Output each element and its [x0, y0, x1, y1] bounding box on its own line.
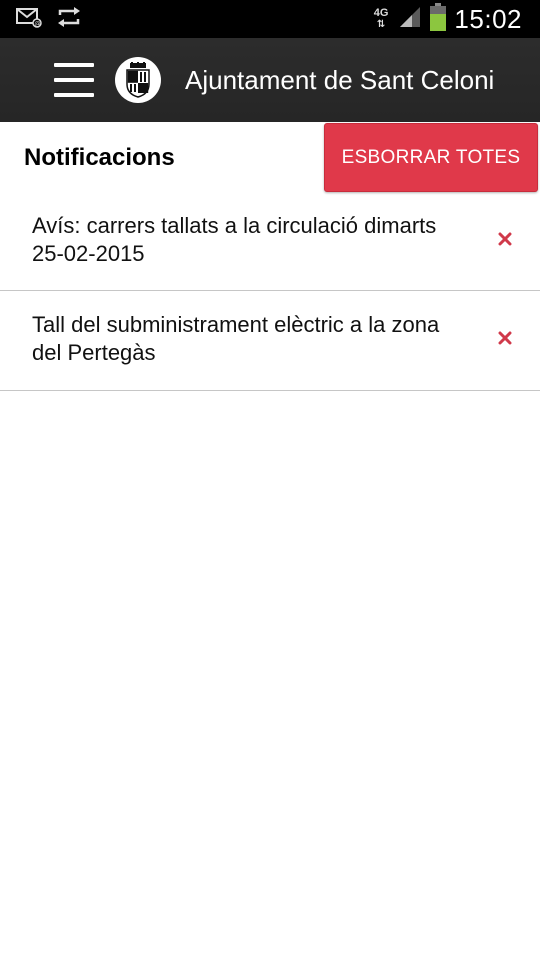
battery-icon: [430, 2, 447, 36]
app-bar: Ajuntament de Sant Celoni: [0, 38, 540, 122]
sync-icon: [56, 6, 82, 32]
svg-text:@: @: [35, 20, 41, 27]
status-bar: @ 4G ⇅ 15:02: [0, 0, 540, 38]
clock: 15:02: [454, 3, 522, 34]
signal-icon: [398, 5, 422, 34]
status-bar-system: 4G ⇅ 15:02: [374, 0, 522, 38]
delete-icon[interactable]: [496, 329, 514, 347]
hamburger-menu-icon[interactable]: [54, 63, 94, 97]
mail-icon: @: [16, 6, 42, 33]
notification-item[interactable]: Avís: carrers tallats a la circulació di…: [0, 192, 540, 291]
network-indicator: 4G ⇅: [373, 7, 389, 31]
page-title: Notificacions: [24, 144, 175, 171]
notification-item[interactable]: Tall del subministrament elèctric a la z…: [0, 291, 540, 391]
notifications-screen: Notificacions ESBORRAR TOTES Avís: carre…: [0, 122, 540, 391]
notifications-header: Notificacions ESBORRAR TOTES: [0, 122, 540, 192]
notification-text: Avís: carrers tallats a la circulació di…: [32, 213, 437, 266]
data-arrows-icon: ⇅: [376, 19, 386, 30]
delete-icon[interactable]: [496, 230, 514, 248]
app-title: Ajuntament de Sant Celoni: [185, 65, 495, 95]
coat-of-arms-logo: [115, 57, 161, 103]
status-bar-notifications: @: [16, 6, 82, 32]
notification-list: Avís: carrers tallats a la circulació di…: [0, 192, 540, 391]
network-type: 4G: [373, 7, 389, 19]
clear-all-button[interactable]: ESBORRAR TOTES: [324, 123, 538, 192]
notification-text: Tall del subministrament elèctric a la z…: [32, 312, 440, 365]
